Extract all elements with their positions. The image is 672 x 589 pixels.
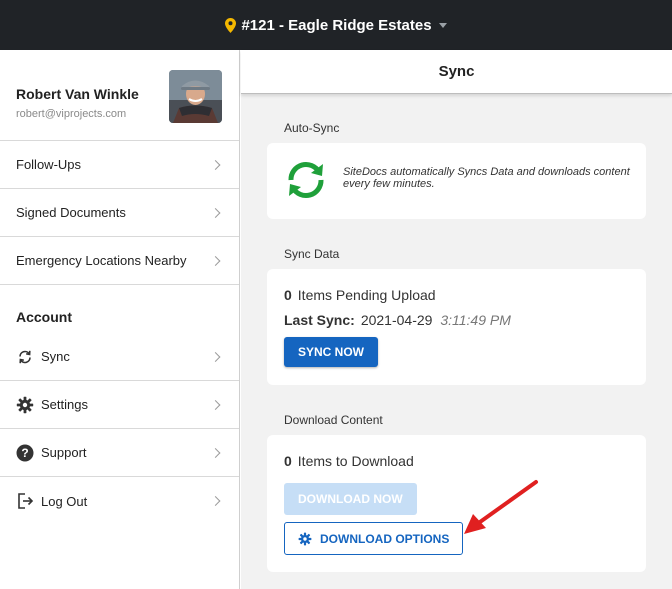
map-pin-icon: [225, 17, 237, 33]
sync-data-card: 0 Items Pending Upload Last Sync: 2021-04-…: [267, 269, 646, 385]
help-icon: ?: [16, 444, 34, 462]
gear-icon: [298, 532, 312, 545]
download-count: 0: [284, 453, 292, 469]
profile-name: Robert Van Winkle: [16, 86, 139, 102]
chevron-right-icon: [210, 496, 221, 506]
download-content-label: Download Content: [284, 413, 383, 427]
last-sync-date: 2021-04-29: [360, 312, 433, 328]
sidebar-item-label: Signed Documents: [16, 205, 126, 220]
sidebar-item-follow-ups[interactable]: Follow-Ups: [0, 141, 239, 189]
last-sync-row: Last Sync: 2021-04-29 3:11:49 PM: [284, 312, 511, 328]
chevron-right-icon: [210, 399, 221, 410]
gear-icon: [16, 396, 34, 414]
sync-now-button[interactable]: SYNC NOW: [284, 337, 378, 367]
download-now-button[interactable]: DOWNLOAD NOW: [284, 483, 417, 515]
sidebar: Robert Van Winkle robert@viprojects.com …: [0, 50, 240, 589]
last-sync-time: 3:11:49 PM: [440, 312, 511, 328]
page-title: Sync: [241, 50, 672, 94]
items-to-download-row: 0 Items to Download: [284, 453, 414, 469]
sync-data-label: Sync Data: [284, 247, 340, 261]
user-profile: Robert Van Winkle robert@viprojects.com: [0, 50, 239, 141]
sidebar-item-log-out[interactable]: Log Out: [0, 477, 239, 525]
sidebar-item-label: Settings: [41, 397, 88, 412]
chevron-right-icon: [210, 207, 221, 218]
auto-sync-description: SiteDocs automatically Syncs Data and do…: [343, 166, 630, 190]
main-panel: Sync Auto-Sync SiteDocs automatically Sy…: [241, 50, 672, 589]
project-label: #121 - Eagle Ridge Estates: [241, 16, 432, 34]
project-selector[interactable]: #121 - Eagle Ridge Estates: [225, 16, 447, 34]
svg-text:?: ?: [21, 446, 28, 460]
sidebar-item-label: Sync: [41, 349, 70, 364]
sidebar-item-emergency-locations[interactable]: Emergency Locations Nearby: [0, 237, 239, 285]
chevron-right-icon: [210, 255, 221, 266]
avatar[interactable]: [169, 70, 222, 123]
sidebar-item-label: Support: [41, 445, 87, 460]
account-heading: Account: [16, 309, 72, 325]
chevron-right-icon: [210, 159, 221, 170]
last-sync-label: Last Sync:: [284, 312, 355, 328]
avatar-image: [169, 70, 222, 123]
chevron-right-icon: [210, 447, 221, 458]
download-options-button[interactable]: DOWNLOAD OPTIONS: [284, 522, 464, 555]
sidebar-item-support[interactable]: ? Support: [0, 429, 239, 477]
pending-label: Items Pending Upload: [297, 287, 436, 303]
sync-icon: [16, 348, 34, 366]
auto-sync-card: SiteDocs automatically Syncs Data and do…: [267, 143, 646, 219]
logout-icon: [16, 492, 34, 510]
caret-down-icon: [438, 23, 447, 28]
top-bar: #121 - Eagle Ridge Estates: [0, 0, 672, 50]
sidebar-item-sync[interactable]: Sync: [0, 333, 239, 381]
sidebar-item-signed-documents[interactable]: Signed Documents: [0, 189, 239, 237]
sidebar-item-label: Follow-Ups: [16, 157, 82, 172]
pending-upload-row: 0 Items Pending Upload: [284, 287, 436, 303]
profile-email: robert@viprojects.com: [16, 108, 127, 120]
pending-count: 0: [284, 287, 292, 303]
chevron-right-icon: [210, 351, 221, 362]
download-options-label: DOWNLOAD OPTIONS: [320, 531, 450, 546]
sidebar-item-settings[interactable]: Settings: [0, 381, 239, 429]
download-count-label: Items to Download: [297, 453, 414, 469]
auto-sync-label: Auto-Sync: [284, 121, 340, 135]
auto-sync-icon: [288, 161, 324, 199]
sidebar-item-label: Emergency Locations Nearby: [16, 253, 187, 268]
sidebar-item-label: Log Out: [41, 493, 88, 509]
